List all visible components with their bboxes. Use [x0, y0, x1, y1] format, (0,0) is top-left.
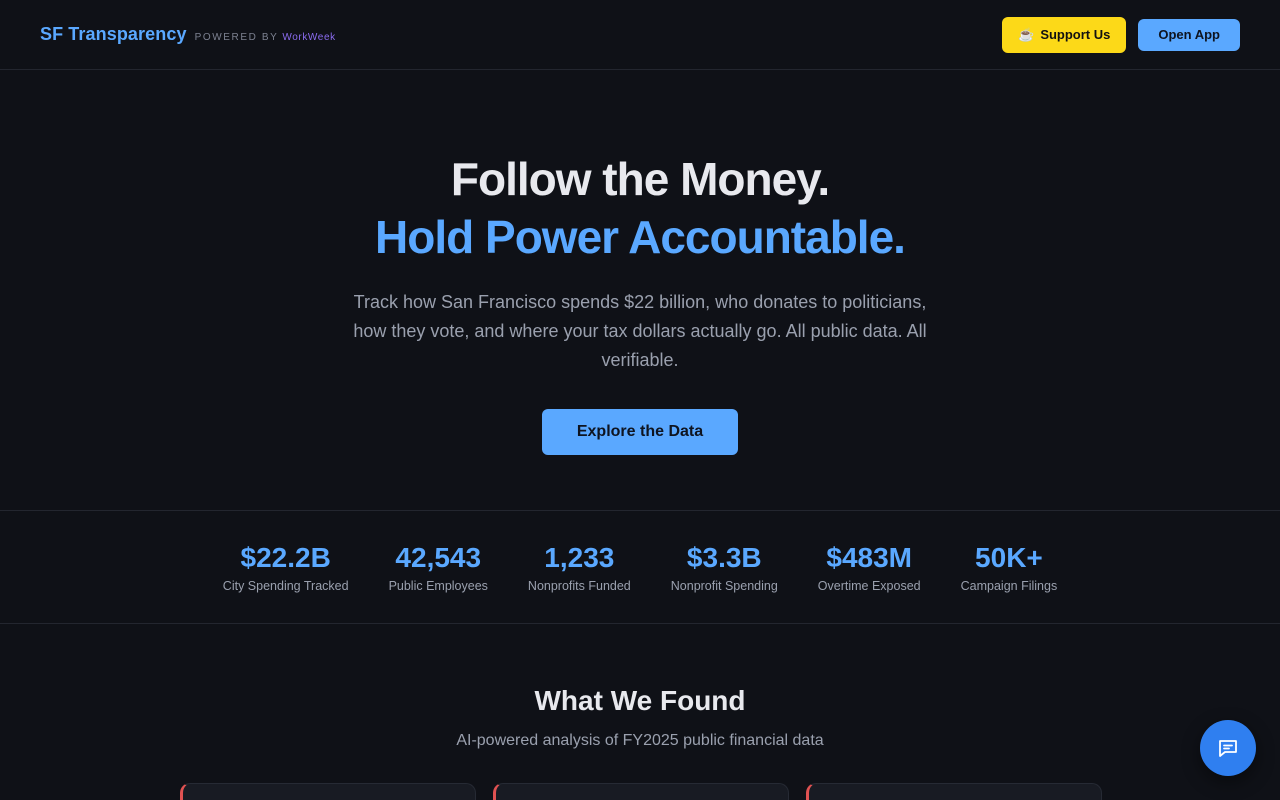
open-app-button[interactable]: Open App [1138, 18, 1240, 51]
explore-data-button[interactable]: Explore the Data [542, 409, 738, 455]
stat-city-spending: $22.2B City Spending Tracked [223, 541, 349, 593]
section-title: What We Found [534, 685, 746, 716]
hero: Follow the Money. Hold Power Accountable… [0, 150, 1280, 455]
stat-value: 1,233 [544, 542, 615, 573]
stat-value: $3.3B [686, 542, 762, 573]
brand[interactable]: SF Transparency POWERED BY WorkWeek [40, 24, 336, 45]
finding-card[interactable] [493, 783, 789, 800]
stat-label: Nonprofits Funded [527, 579, 631, 593]
hero-title-line1: Follow the Money. [450, 153, 830, 205]
stat-label: Campaign Filings [960, 579, 1058, 593]
hero-subtitle: Track how San Francisco spends $22 billi… [353, 292, 927, 370]
chat-icon [1219, 740, 1237, 757]
stat-public-employees: 42,543 Public Employees [389, 541, 488, 593]
support-us-button[interactable]: ☕ Support Us [1002, 16, 1127, 53]
stat-label: Public Employees [388, 579, 488, 593]
stat-value: 42,543 [395, 542, 482, 573]
support-us-label: Support Us [1040, 27, 1111, 42]
powered-by-brand[interactable]: WorkWeek [282, 32, 335, 43]
powered-by-label: POWERED BY [194, 32, 279, 43]
stat-label: Nonprofit Spending [670, 579, 778, 593]
finding-card[interactable] [180, 783, 476, 800]
stat-overtime-exposed: $483M Overtime Exposed [818, 541, 921, 593]
stat-value: $483M [826, 542, 913, 573]
finding-card[interactable] [806, 783, 1102, 800]
what-we-found-section: What We Found AI-powered analysis of FY2… [0, 684, 1280, 750]
stat-label: Overtime Exposed [817, 579, 921, 593]
stats-bar: $22.2B City Spending Tracked 42,543 Publ… [0, 510, 1280, 624]
coffee-icon: ☕ [1018, 26, 1035, 42]
chat-button[interactable] [1200, 720, 1256, 776]
brand-name[interactable]: SF Transparency [40, 24, 187, 45]
stat-campaign-filings: 50K+ Campaign Filings [961, 541, 1058, 593]
header-actions: ☕ Support Us Open App [1002, 16, 1240, 53]
stat-label: City Spending Tracked [222, 579, 349, 593]
hero-title: Follow the Money. Hold Power Accountable… [0, 150, 1280, 266]
stat-nonprofit-spending: $3.3B Nonprofit Spending [671, 541, 778, 593]
stat-nonprofits-funded: 1,233 Nonprofits Funded [528, 541, 631, 593]
landing-page: SF Transparency POWERED BY WorkWeek ☕ Su… [0, 0, 1280, 800]
hero-title-line2: Hold Power Accountable. [375, 211, 906, 263]
findings-cards [180, 783, 1102, 800]
stat-value: $22.2B [240, 542, 331, 573]
section-subtitle: AI-powered analysis of FY2025 public fin… [456, 732, 824, 749]
stat-value: 50K+ [975, 542, 1043, 573]
top-nav: SF Transparency POWERED BY WorkWeek ☕ Su… [0, 0, 1280, 70]
